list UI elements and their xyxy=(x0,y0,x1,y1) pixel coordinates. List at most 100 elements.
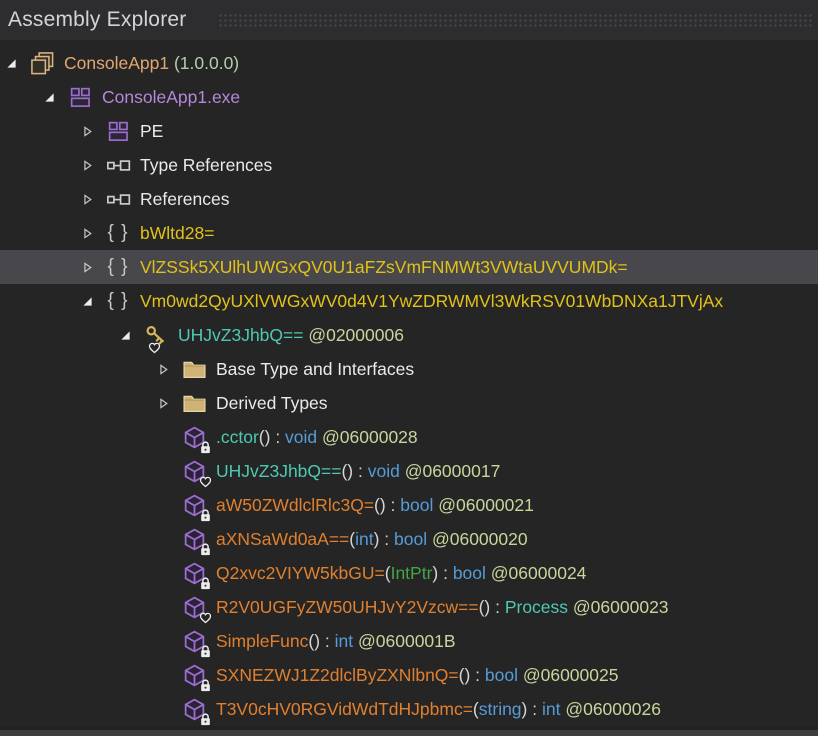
horizontal-scrollbar[interactable] xyxy=(0,726,818,736)
expander-expanded-icon[interactable] xyxy=(6,56,28,70)
method-cube-icon xyxy=(180,628,208,655)
label-segment: bool xyxy=(453,563,486,583)
tree-row[interactable]: Derived Types xyxy=(0,386,818,420)
label-segment: .cctor xyxy=(216,427,259,447)
module-icon xyxy=(104,118,132,145)
expander-collapsed-icon[interactable] xyxy=(82,192,104,206)
tree-row[interactable]: { } bWltd28= xyxy=(0,216,818,250)
expander-collapsed-icon[interactable] xyxy=(82,226,104,240)
tree-row[interactable]: ConsoleApp1 (1.0.0.0) xyxy=(0,46,818,80)
horizontal-scrollbar-thumb[interactable] xyxy=(0,730,818,736)
tree-row[interactable]: UHJvZ3JhbQ== @02000006 xyxy=(0,318,818,352)
label-segment: @02000006 xyxy=(303,325,404,345)
row-label: bWltd28= xyxy=(140,223,214,244)
label-segment: @06000025 xyxy=(518,665,619,685)
tree-row[interactable]: Type References xyxy=(0,148,818,182)
tree-row[interactable]: SXNEZWJ1Z2dlclByZXNlbnQ=() : bool @06000… xyxy=(0,658,818,692)
row-label: SimpleFunc() : int @0600001B xyxy=(216,631,456,652)
label-segment: R2V0UGFyZW50UHJvY2Vzcw== xyxy=(216,597,479,617)
method-cube-icon xyxy=(180,696,208,723)
panel-header: Assembly Explorer xyxy=(0,0,818,40)
row-label: ConsoleApp1.exe xyxy=(102,87,240,108)
expander-collapsed-icon[interactable] xyxy=(82,158,104,172)
tree-row[interactable]: UHJvZ3JhbQ==() : void @06000017 xyxy=(0,454,818,488)
label-segment: IntPtr xyxy=(391,563,433,583)
tree-row[interactable]: PE xyxy=(0,114,818,148)
reference-icon xyxy=(104,152,132,179)
expander-expanded-icon[interactable] xyxy=(44,90,66,104)
tree-row[interactable]: { } Vm0wd2QyUXlVWGxWV0d4V1YwZDRWMVl3WkRSV… xyxy=(0,284,818,318)
expander-collapsed-icon[interactable] xyxy=(158,362,180,376)
lock-badge-icon xyxy=(199,441,212,454)
row-label: Vm0wd2QyUXlVWGxWV0d4V1YwZDRWMVl3WkRSV01W… xyxy=(140,291,723,312)
tree-row-selected[interactable]: { }VlZSSk5XUlhUWGxQV0U1aFZsVmFNMWt3VWtaU… xyxy=(0,250,818,284)
assembly-icon xyxy=(28,50,56,77)
grip-dots[interactable] xyxy=(218,13,812,27)
module-icon xyxy=(66,84,94,111)
label-segment: VlZSSk5XUlhUWGxQV0U1aFZsVmFNMWt3VWtaUVVU… xyxy=(140,257,628,277)
heart-badge-icon xyxy=(148,341,161,354)
row-label: Type References xyxy=(140,155,272,176)
namespace-braces-icon: { } xyxy=(104,288,132,315)
tree-row[interactable]: .cctor() : void @06000028 xyxy=(0,420,818,454)
expander-spacer xyxy=(158,566,180,580)
label-segment: int xyxy=(355,529,373,549)
label-segment: Process xyxy=(505,597,568,617)
label-segment: ) : xyxy=(522,699,542,719)
tree-row[interactable]: SimpleFunc() : int @0600001B xyxy=(0,624,818,658)
label-segment: @06000020 xyxy=(427,529,528,549)
label-segment: UHJvZ3JhbQ== xyxy=(216,461,341,481)
tree-row[interactable]: References xyxy=(0,182,818,216)
row-label: Derived Types xyxy=(216,393,328,414)
expander-spacer xyxy=(158,532,180,546)
label-segment: ) : xyxy=(432,563,452,583)
expander-collapsed-icon[interactable] xyxy=(82,260,104,274)
expander-collapsed-icon[interactable] xyxy=(82,124,104,138)
label-segment: void xyxy=(368,461,400,481)
lock-badge-icon xyxy=(199,509,212,522)
expander-expanded-icon[interactable] xyxy=(120,328,142,342)
label-segment: References xyxy=(140,189,230,209)
label-segment: () : xyxy=(341,461,367,481)
row-label: R2V0UGFyZW50UHJvY2Vzcw==() : Process @06… xyxy=(216,597,669,618)
label-segment: aW50ZWdlclRlc3Q= xyxy=(216,495,374,515)
expander-spacer xyxy=(158,600,180,614)
row-label: UHJvZ3JhbQ==() : void @06000017 xyxy=(216,461,500,482)
label-segment: bWltd28= xyxy=(140,223,214,243)
method-cube-icon xyxy=(180,594,208,621)
label-segment: @06000024 xyxy=(486,563,587,583)
lock-badge-icon xyxy=(199,679,212,692)
tree-row[interactable]: T3V0cHV0RGVidWdTdHJpbmc=(string) : int @… xyxy=(0,692,818,726)
row-label: Base Type and Interfaces xyxy=(216,359,414,380)
method-cube-icon xyxy=(180,492,208,519)
label-segment: Vm0wd2QyUXlVWGxWV0d4V1YwZDRWMVl3WkRSV01W… xyxy=(140,291,723,311)
label-segment: Q2xvc2VIYW5kbGU= xyxy=(216,563,385,583)
label-segment: int xyxy=(542,699,560,719)
label-segment: UHJvZ3JhbQ== xyxy=(178,325,303,345)
label-segment: @06000026 xyxy=(560,699,661,719)
row-label: VlZSSk5XUlhUWGxQV0U1aFZsVmFNMWt3VWtaUVVU… xyxy=(140,257,628,278)
class-key-icon xyxy=(142,322,170,349)
label-segment: @06000023 xyxy=(568,597,669,617)
label-segment: T3V0cHV0RGVidWdTdHJpbmc= xyxy=(216,699,473,719)
method-cube-icon xyxy=(180,424,208,451)
tree-row[interactable]: ConsoleApp1.exe xyxy=(0,80,818,114)
namespace-braces-icon: { } xyxy=(104,220,132,247)
expander-expanded-icon[interactable] xyxy=(82,294,104,308)
label-segment: SXNEZWJ1Z2dlclByZXNlbnQ= xyxy=(216,665,459,685)
tree-row[interactable]: aW50ZWdlclRlc3Q=() : bool @06000021 xyxy=(0,488,818,522)
method-cube-icon xyxy=(180,458,208,485)
label-segment: void xyxy=(285,427,317,447)
row-label: SXNEZWJ1Z2dlclByZXNlbnQ=() : bool @06000… xyxy=(216,665,618,686)
tree-row[interactable]: Q2xvc2VIYW5kbGU=(IntPtr) : bool @0600002… xyxy=(0,556,818,590)
lock-badge-icon xyxy=(199,645,212,658)
label-segment: () : xyxy=(308,631,334,651)
tree-row[interactable]: aXNSaWd0aA==(int) : bool @06000020 xyxy=(0,522,818,556)
row-label: aXNSaWd0aA==(int) : bool @06000020 xyxy=(216,529,528,550)
label-segment: () : xyxy=(479,597,505,617)
tree-row[interactable]: R2V0UGFyZW50UHJvY2Vzcw==() : Process @06… xyxy=(0,590,818,624)
label-segment: bool xyxy=(394,529,427,549)
tree-row[interactable]: Base Type and Interfaces xyxy=(0,352,818,386)
expander-collapsed-icon[interactable] xyxy=(158,396,180,410)
row-label: Q2xvc2VIYW5kbGU=(IntPtr) : bool @0600002… xyxy=(216,563,586,584)
